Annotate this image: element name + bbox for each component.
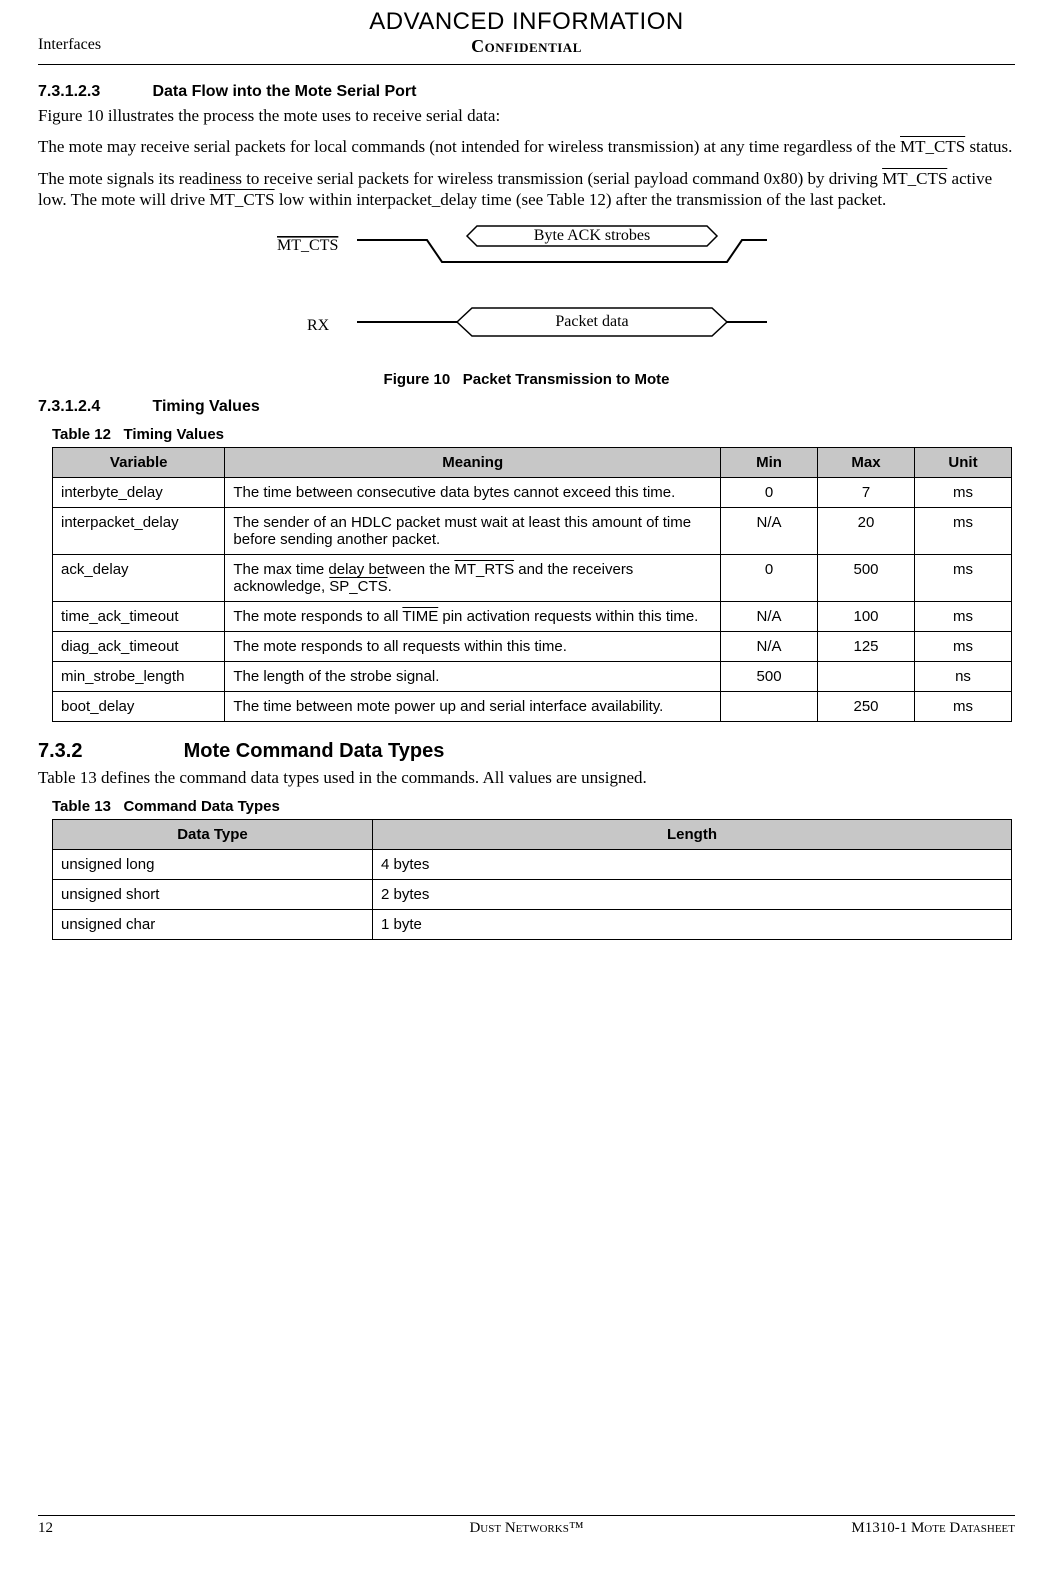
heading-73123: 7.3.1.2.3 Data Flow into the Mote Serial… [38,83,1015,101]
table-row: diag_ack_timeout The mote responds to al… [53,632,1012,662]
th-meaning: Meaning [225,448,721,478]
table-13: Data Type Length unsigned long 4 bytes u… [52,819,1012,940]
figure-10: MT_CTS RX Byte ACK strobes Packet data [38,222,1015,357]
header-section-name: Interfaces [38,36,101,54]
heading-number: 7.3.1.2.4 [38,398,148,416]
table-row: ack_delay The max time delay between the… [53,555,1012,602]
heading-title: Mote Command Data Types [184,740,445,762]
table-row: unsigned char 1 byte [53,910,1012,940]
box-byte-ack: Byte ACK strobes [467,226,717,246]
figure-10-caption: Figure 10 Packet Transmission to Mote [38,371,1015,388]
figure-label-rx: RX [307,317,330,334]
th-datatype: Data Type [53,820,373,850]
table-row: unsigned long 4 bytes [53,850,1012,880]
table-row: time_ack_timeout The mote responds to al… [53,602,1012,632]
table-13-caption: Table 13 Command Data Types [52,798,1015,815]
top-banner: ADVANCED INFORMATION [38,8,1015,36]
table-row: min_strobe_length The length of the stro… [53,662,1012,692]
heading-title: Timing Values [152,398,259,415]
box-packet-data: Packet data [457,308,727,336]
table-header-row: Variable Meaning Min Max Unit [53,448,1012,478]
paragraph: The mote signals its readiness to receiv… [38,168,1015,211]
page-footer: 12 Dust Networks™ M1310-1 Mote Datasheet [38,1515,1015,1540]
th-max: Max [818,448,915,478]
footer-rule [38,1515,1015,1516]
paragraph: The mote may receive serial packets for … [38,136,1015,157]
header-rule [38,64,1015,65]
svg-text:Byte ACK strobes: Byte ACK strobes [533,227,649,244]
paragraph: Figure 10 illustrates the process the mo… [38,105,1015,126]
table-row: boot_delay The time between mote power u… [53,692,1012,722]
svg-text:Packet data: Packet data [555,313,628,330]
th-length: Length [373,820,1012,850]
table-12-caption: Table 12 Timing Values [52,426,1015,443]
table-header-row: Data Type Length [53,820,1012,850]
heading-number: 7.3.1.2.3 [38,83,148,101]
th-unit: Unit [914,448,1011,478]
table-12: Variable Meaning Min Max Unit interbyte_… [52,447,1012,722]
heading-732: 7.3.2 Mote Command Data Types [38,740,1015,763]
table-row: interpacket_delay The sender of an HDLC … [53,508,1012,555]
figure-label-mtcts: MT_CTS [277,237,338,254]
signal-mtcts: MT_CTS [882,169,947,188]
signal-mtcts: MT_CTS [209,190,274,209]
table-row: interbyte_delay The time between consecu… [53,478,1012,508]
heading-title: Data Flow into the Mote Serial Port [152,83,416,100]
footer-doc-id: M1310-1 Mote Datasheet [851,1520,1015,1537]
th-min: Min [721,448,818,478]
heading-number: 7.3.2 [38,740,178,763]
th-variable: Variable [53,448,225,478]
table-row: unsigned short 2 bytes [53,880,1012,910]
paragraph: Table 13 defines the command data types … [38,767,1015,788]
heading-73124: 7.3.1.2.4 Timing Values [38,398,1015,416]
header-confidential: Confidential [38,36,1015,57]
signal-mtcts: MT_CTS [900,137,965,156]
